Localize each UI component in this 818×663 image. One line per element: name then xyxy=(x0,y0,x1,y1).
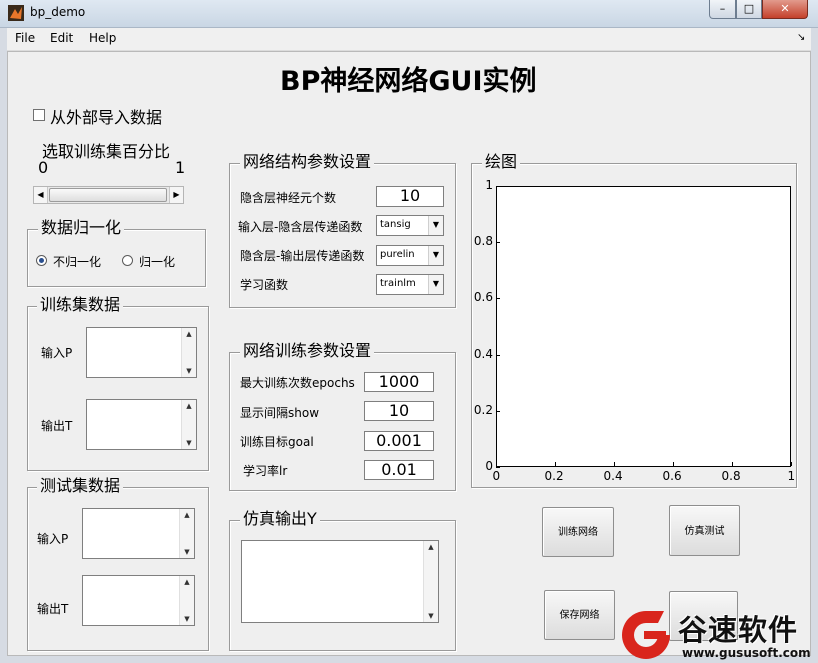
normalize-label: 归一化 xyxy=(139,255,176,269)
x-tick-mark xyxy=(614,462,615,466)
sim-output-field[interactable]: ▲ ▼ xyxy=(241,540,439,623)
y-tick-label: 0.6 xyxy=(473,290,493,305)
no-normalize-label: 不归一化 xyxy=(53,255,102,269)
y-tick-label: 0.2 xyxy=(473,402,493,417)
x-tick-label: 0.4 xyxy=(603,469,623,483)
test-input-label: 输入P xyxy=(37,532,69,546)
lr-label: 学习率lr xyxy=(243,464,288,478)
minimize-button[interactable]: – xyxy=(709,0,736,19)
y-tick-mark xyxy=(496,298,500,299)
gususoft-watermark: 谷速软件 www.gususoft.com xyxy=(612,605,818,663)
sim-output-scrollbar[interactable]: ▲ ▼ xyxy=(423,541,438,622)
lr-input[interactable]: 0.01 xyxy=(364,460,434,480)
maximize-button[interactable]: □ xyxy=(736,0,762,19)
output-tf-select[interactable]: purelin ▼ xyxy=(376,245,444,266)
y-tick-mark xyxy=(496,242,500,243)
title-bar xyxy=(0,0,818,28)
x-tick-label: 0.2 xyxy=(544,469,564,483)
slider-right-arrow[interactable]: ▶ xyxy=(169,187,183,203)
menu-help[interactable]: Help xyxy=(89,31,116,45)
train-data-title: 训练集数据 xyxy=(37,296,124,314)
plot-title: 绘图 xyxy=(482,153,521,171)
y-tick-mark xyxy=(496,355,500,356)
chevron-down-icon[interactable]: ▼ xyxy=(428,275,443,294)
train-fn-value: trainlm xyxy=(380,278,416,289)
x-tick-mark xyxy=(791,462,792,466)
test-output-label: 输出T xyxy=(37,602,69,616)
epochs-label: 最大训练次数epochs xyxy=(240,376,355,390)
normalize-title: 数据归一化 xyxy=(38,219,125,237)
input-tf-value: tansig xyxy=(380,219,411,230)
test-data-title: 测试集数据 xyxy=(37,477,124,495)
watermark-brand: 谷速软件 xyxy=(678,613,799,647)
x-tick-mark xyxy=(555,462,556,466)
x-tick-mark xyxy=(673,462,674,466)
train-fn-select[interactable]: trainlm ▼ xyxy=(376,274,444,295)
plot-axes[interactable] xyxy=(496,186,791,467)
chevron-down-icon[interactable]: ▼ xyxy=(428,216,443,235)
y-tick-mark xyxy=(496,411,500,412)
dock-arrow-icon[interactable]: ↘ xyxy=(797,32,805,43)
train-input-field[interactable]: ▲ ▼ xyxy=(86,327,197,378)
test-input-field[interactable]: ▲ ▼ xyxy=(82,508,195,559)
epochs-input[interactable]: 1000 xyxy=(364,372,434,392)
train-output-scrollbar[interactable]: ▲ ▼ xyxy=(181,400,196,449)
split-min-label: 0 xyxy=(38,158,49,177)
gususoft-logo-icon xyxy=(622,611,670,659)
show-input[interactable]: 10 xyxy=(364,401,434,421)
train-output-field[interactable]: ▲ ▼ xyxy=(86,399,197,450)
import-label: 从外部导入数据 xyxy=(50,108,163,127)
structure-title: 网络结构参数设置 xyxy=(240,153,375,171)
y-tick-mark xyxy=(496,186,500,187)
slider-left-arrow[interactable]: ◀ xyxy=(34,187,48,203)
x-tick-label: 0.6 xyxy=(662,469,682,483)
close-button[interactable]: ✕ xyxy=(762,0,808,19)
test-input-scrollbar[interactable]: ▲ ▼ xyxy=(179,509,194,558)
y-tick-label: 1 xyxy=(485,178,493,192)
split-max-label: 1 xyxy=(175,158,186,177)
menu-bar: File Edit Help ↘ xyxy=(7,28,811,51)
training-title: 网络训练参数设置 xyxy=(240,342,375,360)
x-tick-label: 0 xyxy=(492,469,501,483)
window-title: bp_demo xyxy=(30,5,86,19)
normalize-radio[interactable] xyxy=(122,255,133,266)
y-tick-label: 0.4 xyxy=(473,346,493,361)
goal-input[interactable]: 0.001 xyxy=(364,431,434,451)
chevron-down-icon[interactable]: ▼ xyxy=(428,246,443,265)
hidden-neurons-input[interactable]: 10 xyxy=(376,186,444,207)
train-input-label: 输入P xyxy=(41,346,73,360)
matlab-icon xyxy=(8,5,24,21)
x-tick-label: 1 xyxy=(787,469,796,483)
page-title: BP神经网络GUI实例 xyxy=(280,66,537,97)
x-tick-mark xyxy=(732,462,733,466)
hidden-neurons-label: 隐含层神经元个数 xyxy=(240,191,337,205)
slider-thumb[interactable] xyxy=(49,188,167,202)
split-label: 选取训练集百分比 xyxy=(42,142,171,161)
output-tf-value: purelin xyxy=(380,249,415,260)
x-tick-mark xyxy=(496,462,497,466)
train-fn-label: 学习函数 xyxy=(240,278,289,292)
train-output-label: 输出T xyxy=(41,419,73,433)
y-tick-label: 0.8 xyxy=(473,234,493,249)
y-tick-mark xyxy=(496,467,500,468)
import-checkbox[interactable] xyxy=(33,109,45,121)
x-tick-label: 0.8 xyxy=(721,469,741,483)
menu-edit[interactable]: Edit xyxy=(50,31,73,45)
test-output-scrollbar[interactable]: ▲ ▼ xyxy=(179,576,194,625)
watermark-url: www.gususoft.com xyxy=(682,646,811,660)
sim-output-title: 仿真输出Y xyxy=(240,510,320,528)
input-tf-select[interactable]: tansig ▼ xyxy=(376,215,444,236)
save-network-button[interactable]: 保存网络 xyxy=(544,590,615,640)
train-network-button[interactable]: 训练网络 xyxy=(542,507,614,557)
output-tf-label: 隐含层-输出层传递函数 xyxy=(240,249,365,263)
test-output-field[interactable]: ▲ ▼ xyxy=(82,575,195,626)
goal-label: 训练目标goal xyxy=(240,435,314,449)
sim-test-button[interactable]: 仿真测试 xyxy=(669,505,740,556)
menu-file[interactable]: File xyxy=(15,31,35,45)
show-label: 显示间隔show xyxy=(240,406,320,420)
train-input-scrollbar[interactable]: ▲ ▼ xyxy=(181,328,196,377)
no-normalize-radio[interactable] xyxy=(36,255,47,266)
split-slider[interactable]: ◀ ▶ xyxy=(33,186,184,204)
input-tf-label: 输入层-隐含层传递函数 xyxy=(238,220,363,234)
